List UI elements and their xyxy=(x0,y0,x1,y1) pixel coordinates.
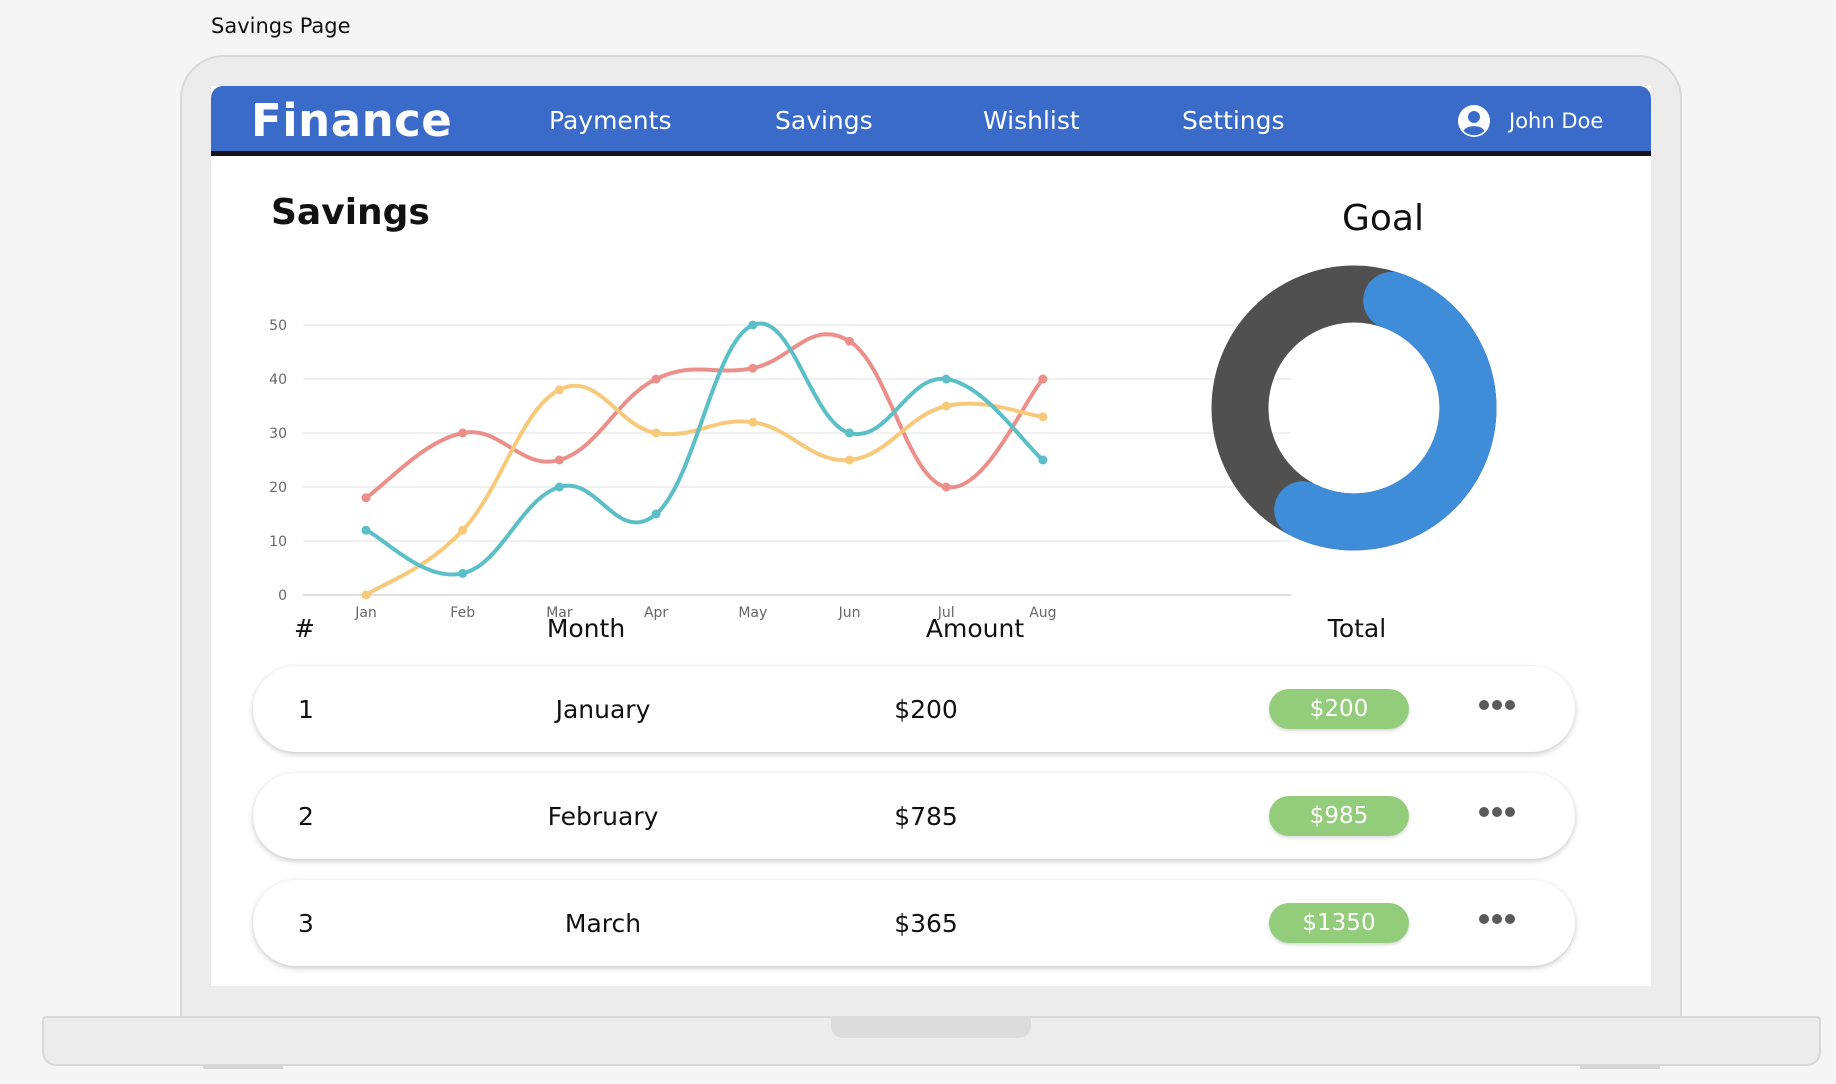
x-tick-label: May xyxy=(738,605,767,621)
data-point xyxy=(748,320,758,330)
row-number: 2 xyxy=(298,802,314,831)
more-horizontal-icon[interactable] xyxy=(1479,914,1519,928)
brand-logo[interactable]: Finance xyxy=(251,94,452,147)
nav-settings[interactable]: Settings xyxy=(1182,106,1285,135)
data-point xyxy=(845,428,854,438)
top-navbar: Finance Payments Savings Wishlist Settin… xyxy=(211,86,1651,156)
savings-title: Savings xyxy=(271,192,430,233)
y-tick-label: 40 xyxy=(269,372,287,388)
laptop-notch xyxy=(831,1016,1031,1038)
y-tick-label: 20 xyxy=(269,480,287,496)
header-month: Month xyxy=(546,614,626,643)
data-point xyxy=(361,590,371,600)
total-badge: $985 xyxy=(1269,796,1409,836)
series-line-2 xyxy=(364,321,1045,577)
savings-line-chart: 01020304050Jan Feb Mar Apr May Jun Jul Aug xyxy=(269,318,1291,621)
user-circle-icon xyxy=(1457,104,1491,138)
laptop-foot-left xyxy=(203,1066,283,1069)
row-amount: $365 xyxy=(894,909,958,938)
more-horizontal-icon[interactable] xyxy=(1479,700,1519,714)
row-number: 1 xyxy=(298,695,314,724)
data-point xyxy=(941,401,951,411)
row-amount: $200 xyxy=(894,695,958,724)
data-point xyxy=(748,363,758,373)
row-amount: $785 xyxy=(894,802,958,831)
data-point xyxy=(458,525,468,535)
header-number: # xyxy=(294,614,315,643)
header-total: Total xyxy=(1327,614,1387,643)
table-row[interactable]: 2 February $785 $985 xyxy=(253,773,1575,859)
data-point xyxy=(1038,374,1048,384)
laptop-foot-right xyxy=(1580,1066,1660,1069)
y-tick-label: 50 xyxy=(269,318,287,334)
total-badge: $200 xyxy=(1269,689,1409,729)
data-point xyxy=(651,509,661,519)
data-point xyxy=(941,482,951,492)
nav-payments[interactable]: Payments xyxy=(549,106,671,135)
data-point xyxy=(748,417,758,427)
row-month: February xyxy=(547,802,659,831)
data-point xyxy=(554,455,564,465)
data-point xyxy=(361,493,371,503)
user-menu[interactable]: John Doe xyxy=(1457,104,1603,138)
x-tick-label: Feb xyxy=(450,605,475,621)
data-point xyxy=(651,428,661,438)
data-point xyxy=(361,525,371,535)
user-name: John Doe xyxy=(1509,109,1604,133)
row-number: 3 xyxy=(298,909,314,938)
row-month: March xyxy=(564,909,642,938)
header-amount: Amount xyxy=(925,614,1025,643)
data-point xyxy=(458,428,468,438)
app-screen: Finance Payments Savings Wishlist Settin… xyxy=(211,86,1651,986)
data-point xyxy=(458,568,468,578)
more-horizontal-icon[interactable] xyxy=(1479,807,1519,821)
table-row[interactable]: 3 March $365 $1350 xyxy=(253,880,1575,966)
data-point xyxy=(845,336,854,346)
data-point xyxy=(554,385,564,395)
page-label: Savings Page xyxy=(211,14,351,38)
data-point xyxy=(845,455,854,465)
y-tick-label: 0 xyxy=(278,588,287,604)
total-badge: $1350 xyxy=(1269,903,1409,943)
x-tick-label: Jan xyxy=(354,605,377,621)
nav-wishlist[interactable]: Wishlist xyxy=(983,106,1080,135)
data-point xyxy=(1038,412,1048,422)
data-point xyxy=(941,374,951,384)
goal-donut-chart xyxy=(1211,265,1497,551)
data-point xyxy=(651,374,661,384)
y-tick-label: 30 xyxy=(269,426,287,442)
nav-savings[interactable]: Savings xyxy=(775,106,873,135)
row-month: January xyxy=(555,695,651,724)
data-point xyxy=(554,482,564,492)
goal-title: Goal xyxy=(1342,198,1424,239)
y-tick-label: 10 xyxy=(269,534,287,550)
table-row[interactable]: 1 January $200 $200 xyxy=(253,666,1575,752)
data-point xyxy=(1038,455,1048,465)
x-tick-label: Jun xyxy=(838,605,861,621)
